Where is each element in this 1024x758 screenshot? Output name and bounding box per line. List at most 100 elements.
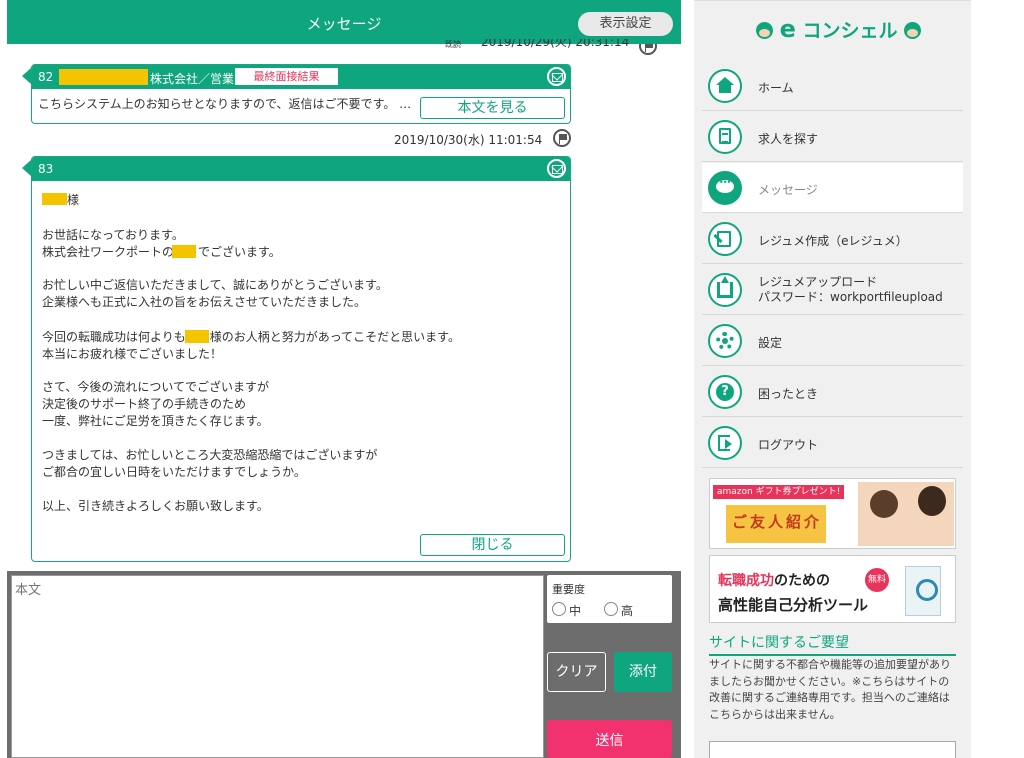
sidebar: e コンシェル ホーム 求人を探す メッセージ レジュメ作成（eレジュメ） レジ… <box>694 0 971 758</box>
banner-line2: 高性能自己分析ツール <box>718 596 869 614</box>
sidebar-item-label: メッセージ <box>758 183 818 197</box>
display-settings-button[interactable]: 表示設定 <box>578 12 673 36</box>
mail-icon[interactable] <box>547 159 566 178</box>
sidebar-item-resume-create[interactable]: レジュメ作成（eレジュメ） <box>702 214 963 264</box>
attach-button[interactable]: 添付 <box>614 652 672 692</box>
redacted-name <box>185 330 209 343</box>
free-badge: 無料 <box>865 568 889 592</box>
banner-highlight: 転職成功 <box>718 573 774 589</box>
body-line: さて、今後の流れについてでございますが <box>42 380 270 394</box>
body-line: お忙しい中ご返信いただきまして、誠にありがとうございます。 <box>42 278 388 292</box>
logo-mascot-icon <box>756 22 773 39</box>
banner-text: ご友人紹介 <box>732 513 823 531</box>
sidebar-item-label: ログアウト <box>758 438 819 452</box>
priority-medium-radio[interactable] <box>552 602 566 616</box>
message-header-bar: 83 <box>32 157 570 181</box>
home-icon <box>716 77 734 93</box>
sidebar-item-label: レジュメアップロード パスワード：workportfileupload <box>758 275 943 305</box>
self-analysis-banner[interactable]: 転職成功のための 無料 高性能自己分析ツール <box>709 555 956 623</box>
body-line: ご都合の宜しい日時をいただけますでしょうか。 <box>42 465 306 479</box>
priority-medium-label: 中 <box>569 604 582 618</box>
sidebar-item-label: ホーム <box>758 81 794 95</box>
sidebar-item-job-search[interactable]: 求人を探す <box>702 112 963 162</box>
priority-high-label: 高 <box>621 604 634 618</box>
magnifier-icon <box>905 566 941 616</box>
chat-bubble-icon <box>716 178 734 193</box>
banner-line1-rest: のための <box>774 573 830 589</box>
company-name: 株式会社／営業 <box>150 72 235 86</box>
gear-icon <box>716 332 734 350</box>
body-line: 企業様へも正式に入社の旨をお伝えさせていただきました。 <box>42 295 367 309</box>
sidebar-item-logout[interactable]: ログアウト <box>702 418 963 468</box>
view-body-button[interactable]: 本文を見る <box>420 97 565 119</box>
body-line: つきましては、お忙しいところ大変恐縮恐縮ではございますが <box>42 448 378 462</box>
redacted-name <box>42 193 67 205</box>
nav-icon-circle <box>708 69 742 103</box>
body-line: 一度、弊社にご足労を頂きたく存じます。 <box>42 414 269 428</box>
message-timestamp: 2019/10/29(火) 20:31:14 <box>481 39 630 49</box>
read-label: 既読 <box>445 40 461 49</box>
site-request-description: サイトに関する不都合や機能等の追加要望がありましたらお聞かせください。※こちらは… <box>709 658 951 721</box>
message-panel: メッセージ 表示設定 既読 2019/10/29(火) 20:31:14 82 … <box>7 0 681 758</box>
body-line: 今回の転職成功は何よりも 様のお人柄と努力があってこそだと思います。 <box>42 330 460 344</box>
banner-tag: amazon ギフト券プレゼント! <box>713 485 845 499</box>
message-preview: こちらシステム上のお知らせとなりますので、返信はご不要です。 … <box>38 97 412 111</box>
document-icon <box>719 128 731 144</box>
subject-badge: 最終面接結果 <box>235 68 338 85</box>
sidebar-item-label: 困ったとき <box>758 387 819 401</box>
nav-icon-circle <box>708 171 742 205</box>
logo-e: e <box>779 15 796 43</box>
nav-icon-circle: ? <box>708 375 742 409</box>
salutation: 様 <box>67 193 80 207</box>
message-card-82: 82 株式会社／営業 最終面接結果 こちらシステム上のお知らせとなりますので、返… <box>31 64 571 124</box>
upload-icon <box>717 276 733 298</box>
logout-icon <box>718 435 732 451</box>
message-card-83: 83 様 お世話になっております。 株式会社ワークポートの でございます。 お忙… <box>31 156 571 562</box>
message-body-input[interactable] <box>11 575 544 758</box>
logo-text: コンシェル <box>802 20 898 42</box>
banner-photo <box>858 482 954 546</box>
message-number: 83 <box>38 162 54 176</box>
redacted-name <box>59 69 148 85</box>
message-tail <box>22 160 31 176</box>
help-icon: ? <box>716 383 734 401</box>
message-tail <box>22 68 31 84</box>
redacted-name <box>172 245 196 258</box>
compose-area: 重要度 中 高 クリア 添付 送信 <box>7 571 681 758</box>
flag-icon[interactable] <box>553 129 571 147</box>
banner-line1: 転職成功のための <box>718 570 830 590</box>
mail-icon[interactable] <box>547 67 566 86</box>
nav-icon-circle <box>708 324 742 358</box>
priority-high-radio[interactable] <box>604 602 618 616</box>
sidebar-item-settings[interactable]: 設定 <box>702 316 963 366</box>
sidebar-item-label: 求人を探す <box>758 132 819 146</box>
message-timestamp: 2019/10/30(水) 11:01:54 <box>394 133 543 147</box>
sidebar-item-label: 設定 <box>758 336 783 350</box>
nav-icon-circle <box>708 426 742 460</box>
sidebar-item-help[interactable]: ? 困ったとき <box>702 367 963 417</box>
message-header-bar: 82 株式会社／営業 最終面接結果 <box>32 65 570 89</box>
body-line: 株式会社ワークポートの でございます。 <box>42 245 281 259</box>
nav-icon-circle <box>708 273 742 307</box>
app-logo[interactable]: e コンシェル <box>756 15 922 43</box>
body-line: 本当にお疲れ様でございました！ <box>42 347 223 361</box>
priority-label: 重要度 <box>552 583 585 596</box>
site-request-input[interactable] <box>709 741 956 758</box>
body-line: 以上、引き続きよろしくお願い致します。 <box>42 499 269 513</box>
sidebar-item-home[interactable]: ホーム <box>702 61 963 111</box>
clear-button[interactable]: クリア <box>547 652 606 692</box>
site-request-title: サイトに関するご要望 <box>709 632 956 656</box>
close-body-button[interactable]: 閉じる <box>420 534 565 556</box>
body-line: 決定後のサポート終了の手続きのため <box>42 397 247 411</box>
sidebar-item-messages[interactable]: メッセージ <box>702 163 963 213</box>
resume-edit-icon <box>717 231 731 247</box>
sidebar-item-resume-upload[interactable]: レジュメアップロード パスワード：workportfileupload <box>702 265 963 315</box>
logo-mascot-icon <box>904 22 922 39</box>
nav-icon-circle <box>708 222 742 256</box>
nav-icon-circle <box>708 120 742 154</box>
referral-banner[interactable]: amazon ギフト券プレゼント! ご友人紹介 <box>709 478 956 549</box>
sidebar-item-label: レジュメ作成（eレジュメ） <box>758 234 908 248</box>
upload-password: パスワード：workportfileupload <box>758 290 943 304</box>
send-button[interactable]: 送信 <box>547 720 672 758</box>
body-line: お世話になっております。 <box>42 228 184 242</box>
